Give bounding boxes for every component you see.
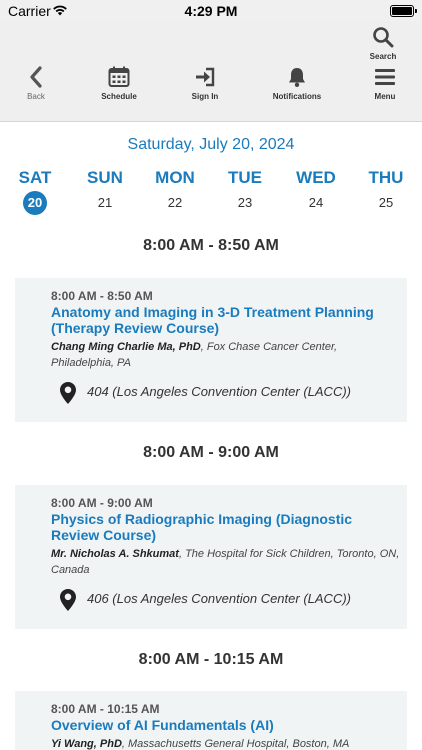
toolbar: Search Back Schedule Sign In Notificatio… <box>0 22 422 122</box>
search-icon <box>373 27 394 48</box>
time-slot-header: 8:00 AM - 8:50 AM <box>143 237 279 254</box>
session-card[interactable]: 8:00 AM - 10:15 AM Overview of AI Fundam… <box>15 691 407 750</box>
session-title-link[interactable]: Overview of AI Fundamentals (AI) <box>51 717 401 733</box>
session-time: 8:00 AM - 9:00 AM <box>51 496 153 510</box>
day-number: 23 <box>237 195 253 210</box>
schedule-label: Schedule <box>101 92 137 101</box>
location-pin-icon <box>60 589 76 611</box>
selected-date-title: Saturday, July 20, 2024 <box>127 136 295 153</box>
day-name: THU <box>368 168 404 187</box>
session-speaker: Yi Wang, PhD, Massachusetts General Hosp… <box>51 736 401 750</box>
day-tab-sat[interactable]: SAT 20 <box>5 168 65 215</box>
session-time: 8:00 AM - 8:50 AM <box>51 289 153 303</box>
day-name: MON <box>155 168 195 187</box>
day-name: SUN <box>87 168 123 187</box>
back-button[interactable]: Back <box>18 66 54 101</box>
day-number: 22 <box>167 195 183 210</box>
status-bar: Carrier 4:29 PM <box>0 0 422 22</box>
menu-button[interactable]: Menu <box>368 66 402 101</box>
day-tab-wed[interactable]: WED 24 <box>286 168 346 215</box>
sign-in-button[interactable]: Sign In <box>185 66 225 101</box>
calendar-icon <box>108 66 130 87</box>
time-slot-header: 8:00 AM - 9:00 AM <box>143 444 279 461</box>
schedule-button[interactable]: Schedule <box>96 66 142 101</box>
session-speaker: Mr. Nicholas A. Shkumat, The Hospital fo… <box>51 546 401 578</box>
day-tab-sun[interactable]: SUN 21 <box>75 168 135 215</box>
session-title-link[interactable]: Anatomy and Imaging in 3-D Treatment Pla… <box>51 304 401 336</box>
session-card[interactable]: 8:00 AM - 9:00 AM Physics of Radiographi… <box>15 485 407 629</box>
day-number: 20 <box>23 191 47 215</box>
speaker-name: Mr. Nicholas A. Shkumat <box>51 548 179 560</box>
time-slot-header: 8:00 AM - 10:15 AM <box>138 651 284 668</box>
menu-label: Menu <box>374 92 396 101</box>
speaker-affiliation: , Massachusetts General Hospital, Boston… <box>121 738 350 750</box>
back-label: Back <box>27 92 45 101</box>
session-time: 8:00 AM - 10:15 AM <box>51 702 160 716</box>
sign-in-label: Sign In <box>191 92 219 101</box>
session-location: 406 (Los Angeles Convention Center (LACC… <box>87 591 351 606</box>
day-number: 21 <box>97 195 113 210</box>
location-pin-icon <box>60 382 76 404</box>
session-title-link[interactable]: Physics of Radiographic Imaging (Diagnos… <box>51 511 401 543</box>
day-tab-tue[interactable]: TUE 23 <box>215 168 275 215</box>
bell-icon <box>289 68 305 87</box>
hamburger-menu-icon <box>375 69 395 85</box>
battery-icon <box>390 5 417 17</box>
chevron-left-icon <box>30 66 42 88</box>
status-time: 4:29 PM <box>184 3 238 19</box>
speaker-name: Chang Ming Charlie Ma, PhD <box>51 341 201 353</box>
speaker-name: Yi Wang, PhD <box>51 738 122 750</box>
search-label: Search <box>369 52 397 61</box>
day-number: 25 <box>378 195 394 210</box>
session-card[interactable]: 8:00 AM - 8:50 AM Anatomy and Imaging in… <box>15 278 407 422</box>
day-tab-thu[interactable]: THU 25 <box>356 168 416 215</box>
notifications-label: Notifications <box>272 92 322 101</box>
sign-in-icon <box>196 67 215 87</box>
day-name: TUE <box>228 168 262 187</box>
day-tab-mon[interactable]: MON 22 <box>145 168 205 215</box>
day-number: 24 <box>308 195 324 210</box>
notifications-button[interactable]: Notifications <box>266 66 328 101</box>
day-name: WED <box>296 168 336 187</box>
day-name: SAT <box>18 168 52 187</box>
search-button[interactable]: Search <box>365 26 401 61</box>
session-speaker: Chang Ming Charlie Ma, PhD, Fox Chase Ca… <box>51 339 401 371</box>
session-location: 404 (Los Angeles Convention Center (LACC… <box>87 384 351 399</box>
